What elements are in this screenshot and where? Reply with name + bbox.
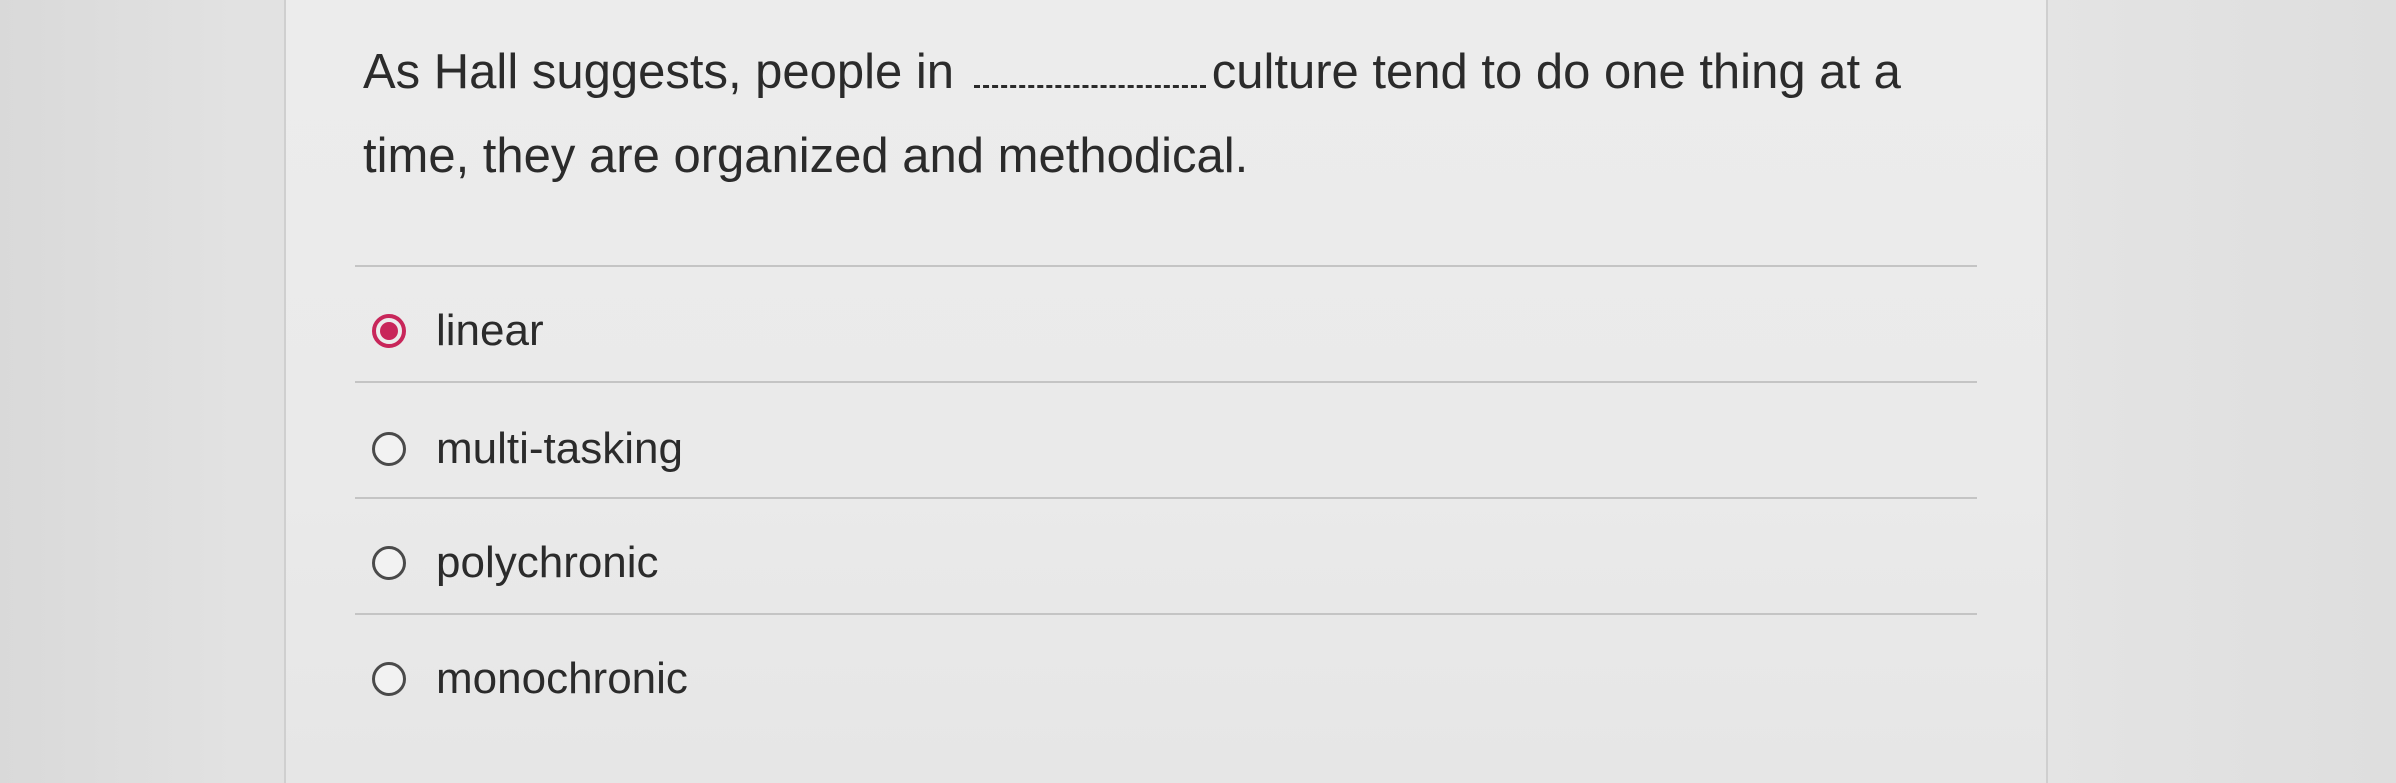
divider [355,381,1977,383]
option-label: multi-tasking [436,424,683,473]
divider [355,497,1977,499]
radio-unselected-icon[interactable] [372,546,406,580]
divider [355,613,1977,615]
divider [355,265,1977,267]
answer-blank [973,47,1206,88]
option-label: monochronic [436,654,688,703]
question-text: As Hall suggests, people in culture tend… [363,30,2003,198]
radio-unselected-icon[interactable] [372,662,406,696]
option-monochronic[interactable]: monochronic [372,644,688,714]
question-text-before-blank: As Hall suggests, people in [363,45,955,99]
option-multi-tasking[interactable]: multi-tasking [372,414,683,484]
option-linear[interactable]: linear [372,296,544,366]
option-polychronic[interactable]: polychronic [372,528,659,598]
radio-unselected-icon[interactable] [372,432,406,466]
radio-selected-icon[interactable] [372,314,406,348]
option-label: linear [436,306,544,355]
option-label: polychronic [436,538,659,587]
